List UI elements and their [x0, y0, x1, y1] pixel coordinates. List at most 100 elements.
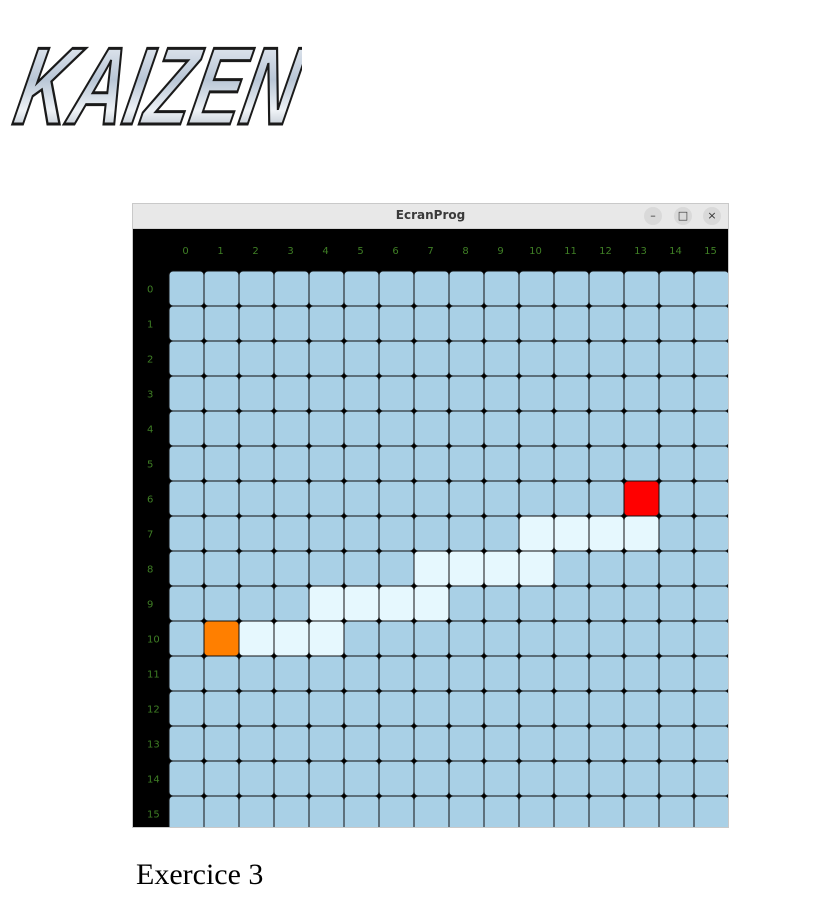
grid-cell[interactable]: [343, 550, 380, 587]
grid-cell[interactable]: [308, 655, 345, 692]
grid-cell[interactable]: [518, 340, 555, 377]
grid-cell[interactable]: [553, 760, 590, 797]
grid-cell[interactable]: [693, 550, 728, 587]
grid-cell[interactable]: [448, 585, 485, 622]
grid-cell[interactable]: [343, 270, 380, 307]
grid-cell[interactable]: [413, 690, 450, 727]
grid-cell[interactable]: [448, 655, 485, 692]
grid-cell[interactable]: [273, 305, 310, 342]
grid-cell[interactable]: [203, 270, 240, 307]
grid-cell[interactable]: [693, 515, 728, 552]
grid-cell[interactable]: [238, 375, 275, 412]
grid-cell[interactable]: [168, 270, 205, 307]
grid-cell[interactable]: [343, 690, 380, 727]
grid-cell[interactable]: [693, 445, 728, 482]
grid-cell[interactable]: [483, 655, 520, 692]
grid-cell[interactable]: [343, 795, 380, 827]
grid-cell[interactable]: [588, 795, 625, 827]
grid-cell[interactable]: [448, 480, 485, 517]
grid-cell[interactable]: [343, 760, 380, 797]
grid-cell[interactable]: [273, 480, 310, 517]
grid-cell[interactable]: [518, 375, 555, 412]
grid-cell[interactable]: [413, 410, 450, 447]
grid-cell[interactable]: [168, 725, 205, 762]
grid-cell[interactable]: [518, 445, 555, 482]
grid-cell[interactable]: [658, 690, 695, 727]
grid-cell[interactable]: [483, 690, 520, 727]
grid-cell[interactable]: [518, 410, 555, 447]
grid-cell[interactable]: [308, 410, 345, 447]
grid-cell[interactable]: [588, 270, 625, 307]
grid-cell[interactable]: [273, 515, 310, 552]
grid-cell[interactable]: [588, 725, 625, 762]
grid-cell[interactable]: [623, 410, 660, 447]
grid-cell[interactable]: [203, 725, 240, 762]
grid-cell[interactable]: [658, 410, 695, 447]
grid-cell[interactable]: [693, 270, 728, 307]
grid-cell[interactable]: [518, 585, 555, 622]
grid-cell[interactable]: [238, 340, 275, 377]
grid-cell[interactable]: [238, 690, 275, 727]
grid-cell[interactable]: [308, 690, 345, 727]
grid-cell[interactable]: [168, 550, 205, 587]
path-cell[interactable]: [483, 550, 520, 587]
grid-cell[interactable]: [203, 375, 240, 412]
grid-cell[interactable]: [413, 340, 450, 377]
grid-cell[interactable]: [308, 795, 345, 827]
grid-cell[interactable]: [658, 305, 695, 342]
start-cell[interactable]: [203, 620, 240, 657]
grid-cell[interactable]: [343, 725, 380, 762]
grid-cell[interactable]: [238, 305, 275, 342]
grid-cell[interactable]: [623, 340, 660, 377]
grid-cell[interactable]: [658, 655, 695, 692]
grid-cell[interactable]: [378, 690, 415, 727]
grid-cell[interactable]: [343, 445, 380, 482]
grid-cell[interactable]: [693, 410, 728, 447]
target-cell[interactable]: [623, 480, 660, 517]
grid-cell[interactable]: [378, 550, 415, 587]
grid-cell[interactable]: [308, 305, 345, 342]
grid-cell[interactable]: [238, 515, 275, 552]
grid-cell[interactable]: [553, 550, 590, 587]
grid-cell[interactable]: [168, 375, 205, 412]
grid-cell[interactable]: [378, 340, 415, 377]
grid-cell[interactable]: [448, 620, 485, 657]
grid-cell[interactable]: [378, 620, 415, 657]
grid-cell[interactable]: [448, 410, 485, 447]
grid-cell[interactable]: [448, 795, 485, 827]
grid-cell[interactable]: [413, 445, 450, 482]
minimize-button[interactable]: –: [644, 207, 662, 225]
grid-cell[interactable]: [273, 445, 310, 482]
grid-cell[interactable]: [343, 515, 380, 552]
grid-cell[interactable]: [553, 795, 590, 827]
grid-cell[interactable]: [623, 690, 660, 727]
grid-cell[interactable]: [483, 445, 520, 482]
grid-cell[interactable]: [658, 725, 695, 762]
grid-cell[interactable]: [273, 270, 310, 307]
grid-cell[interactable]: [483, 515, 520, 552]
grid-cell[interactable]: [238, 795, 275, 827]
grid-cell[interactable]: [378, 270, 415, 307]
grid-cell[interactable]: [203, 340, 240, 377]
grid-cell[interactable]: [308, 270, 345, 307]
grid-cell[interactable]: [238, 270, 275, 307]
grid-cell[interactable]: [273, 655, 310, 692]
grid-cell[interactable]: [203, 655, 240, 692]
maximize-button[interactable]: □: [674, 207, 692, 225]
path-cell[interactable]: [448, 550, 485, 587]
grid-cell[interactable]: [553, 340, 590, 377]
grid-cell[interactable]: [413, 375, 450, 412]
grid-cell[interactable]: [623, 795, 660, 827]
grid-cell[interactable]: [273, 725, 310, 762]
grid-cell[interactable]: [343, 480, 380, 517]
grid-cell[interactable]: [693, 480, 728, 517]
path-cell[interactable]: [518, 515, 555, 552]
grid-cell[interactable]: [168, 585, 205, 622]
grid-cell[interactable]: [553, 410, 590, 447]
grid-cell[interactable]: [483, 725, 520, 762]
grid-cell[interactable]: [238, 585, 275, 622]
grid-cell[interactable]: [518, 305, 555, 342]
grid-cell[interactable]: [623, 305, 660, 342]
grid-cell[interactable]: [308, 480, 345, 517]
grid-cell[interactable]: [308, 375, 345, 412]
